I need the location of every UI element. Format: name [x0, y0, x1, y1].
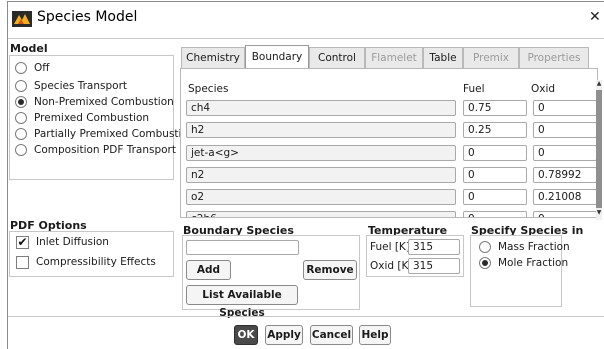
- fuel-fraction-input[interactable]: 0: [463, 211, 527, 217]
- compressibility-effects-label: Compressibility Effects: [36, 256, 156, 268]
- oxid-temperature-input[interactable]: 315: [408, 258, 460, 274]
- mole-fraction-option[interactable]: Mole Fraction: [479, 256, 568, 270]
- species-cell: h2: [186, 122, 456, 138]
- model-option-label: Composition PDF Transport: [34, 144, 176, 156]
- model-option-partially-premixed[interactable]: Partially Premixed Combustion: [15, 127, 195, 141]
- mole-fraction-label: Mole Fraction: [498, 257, 569, 269]
- fuel-column-header: Fuel: [463, 83, 485, 95]
- species-cell: jet-a<g>: [186, 145, 456, 161]
- fluent-app-icon: [12, 11, 32, 27]
- mass-fraction-label: Mass Fraction: [498, 241, 570, 253]
- add-species-button[interactable]: Add: [186, 260, 231, 280]
- model-option-off[interactable]: Off: [15, 61, 50, 75]
- inlet-diffusion-label: Inlet Diffusion: [36, 236, 109, 248]
- model-option-label: Premixed Combustion: [34, 112, 150, 124]
- remove-species-button[interactable]: Remove: [303, 260, 357, 280]
- title-divider: [8, 38, 604, 39]
- close-icon[interactable]: ✕: [589, 9, 601, 25]
- scroll-up-arrow-icon[interactable]: ▲: [596, 80, 602, 88]
- oxid-column-header: Oxid: [531, 83, 556, 95]
- model-option-non-premixed[interactable]: Non-Premixed Combustion: [15, 95, 174, 109]
- inlet-diffusion-checkbox[interactable]: ✔: [16, 236, 29, 249]
- species-cell: n2: [186, 167, 456, 183]
- list-available-species-button[interactable]: List Available Species: [186, 285, 298, 319]
- oxid-fraction-input[interactable]: 0: [533, 122, 597, 138]
- model-option-composition-pdf[interactable]: Composition PDF Transport: [15, 143, 176, 157]
- radio-premixed[interactable]: [15, 112, 27, 124]
- tab-chemistry[interactable]: Chemistry: [181, 47, 245, 68]
- fuel-temperature-label: Fuel [K]: [370, 241, 410, 253]
- fuel-fraction-input[interactable]: 0.25: [463, 122, 527, 138]
- model-option-premixed[interactable]: Premixed Combustion: [15, 111, 149, 125]
- oxid-fraction-input[interactable]: 0.78992: [533, 167, 597, 183]
- radio-composition-pdf[interactable]: [15, 144, 27, 156]
- species-cell: ch4: [186, 100, 456, 116]
- boundary-species-input[interactable]: [186, 240, 299, 255]
- tab-control[interactable]: Control: [309, 47, 365, 68]
- fuel-temperature-input[interactable]: 315: [408, 239, 460, 255]
- pdf-options-group: ✔ Inlet Diffusion Compressibility Effect…: [9, 231, 174, 277]
- radio-partially-premixed[interactable]: [15, 128, 27, 140]
- tab-properties[interactable]: Properties: [519, 47, 589, 68]
- oxid-fraction-input[interactable]: 0: [533, 145, 597, 161]
- species-cell: c2h6: [186, 211, 456, 217]
- model-option-species-transport[interactable]: Species Transport: [15, 79, 127, 93]
- fuel-fraction-input[interactable]: 0: [463, 145, 527, 161]
- tab-table[interactable]: Table: [423, 47, 463, 68]
- oxid-fraction-input[interactable]: 0: [533, 211, 597, 217]
- radio-non-premixed[interactable]: [15, 96, 27, 108]
- tab-premix[interactable]: Premix: [463, 47, 519, 68]
- footer-divider: [8, 316, 604, 317]
- apply-button[interactable]: Apply: [265, 325, 303, 345]
- radio-mass-fraction[interactable]: [479, 241, 491, 253]
- species-cell: o2: [186, 189, 456, 205]
- fuel-fraction-input[interactable]: 0.75: [463, 100, 527, 116]
- scroll-down-arrow-icon[interactable]: ▼: [596, 209, 602, 217]
- model-radio-group: Off Species Transport Non-Premixed Combu…: [9, 55, 195, 180]
- species-column-header: Species: [188, 83, 229, 95]
- specify-species-group: Mass Fraction Mole Fraction: [470, 235, 570, 307]
- scrollbar-thumb[interactable]: [596, 90, 602, 208]
- model-option-label: Off: [34, 62, 50, 74]
- fuel-fraction-input[interactable]: 0: [463, 167, 527, 183]
- oxid-fraction-input[interactable]: 0.21008: [533, 189, 597, 205]
- radio-off[interactable]: [15, 62, 27, 74]
- compressibility-effects-checkbox[interactable]: [16, 256, 29, 269]
- model-heading: Model: [10, 42, 48, 55]
- boundary-table-panel: Species Fuel Oxid ch4 0.75 0 h2 0.25 0 j…: [180, 68, 598, 218]
- tab-boundary[interactable]: Boundary: [245, 45, 309, 68]
- mass-fraction-option[interactable]: Mass Fraction: [479, 240, 570, 254]
- help-button[interactable]: Help: [359, 325, 391, 345]
- ok-button[interactable]: OK: [234, 325, 258, 345]
- radio-species-transport[interactable]: [15, 80, 27, 92]
- radio-mole-fraction[interactable]: [479, 257, 491, 269]
- tab-flamelet[interactable]: Flamelet: [365, 47, 423, 68]
- model-option-label: Non-Premixed Combustion: [34, 96, 174, 108]
- window-title: Species Model: [37, 9, 138, 25]
- model-option-label: Species Transport: [34, 80, 128, 92]
- oxid-fraction-input[interactable]: 0: [533, 100, 597, 116]
- model-option-label: Partially Premixed Combustion: [34, 128, 195, 140]
- cancel-button[interactable]: Cancel: [310, 325, 353, 345]
- oxid-temperature-label: Oxid [K]: [370, 260, 413, 272]
- fuel-fraction-input[interactable]: 0: [463, 189, 527, 205]
